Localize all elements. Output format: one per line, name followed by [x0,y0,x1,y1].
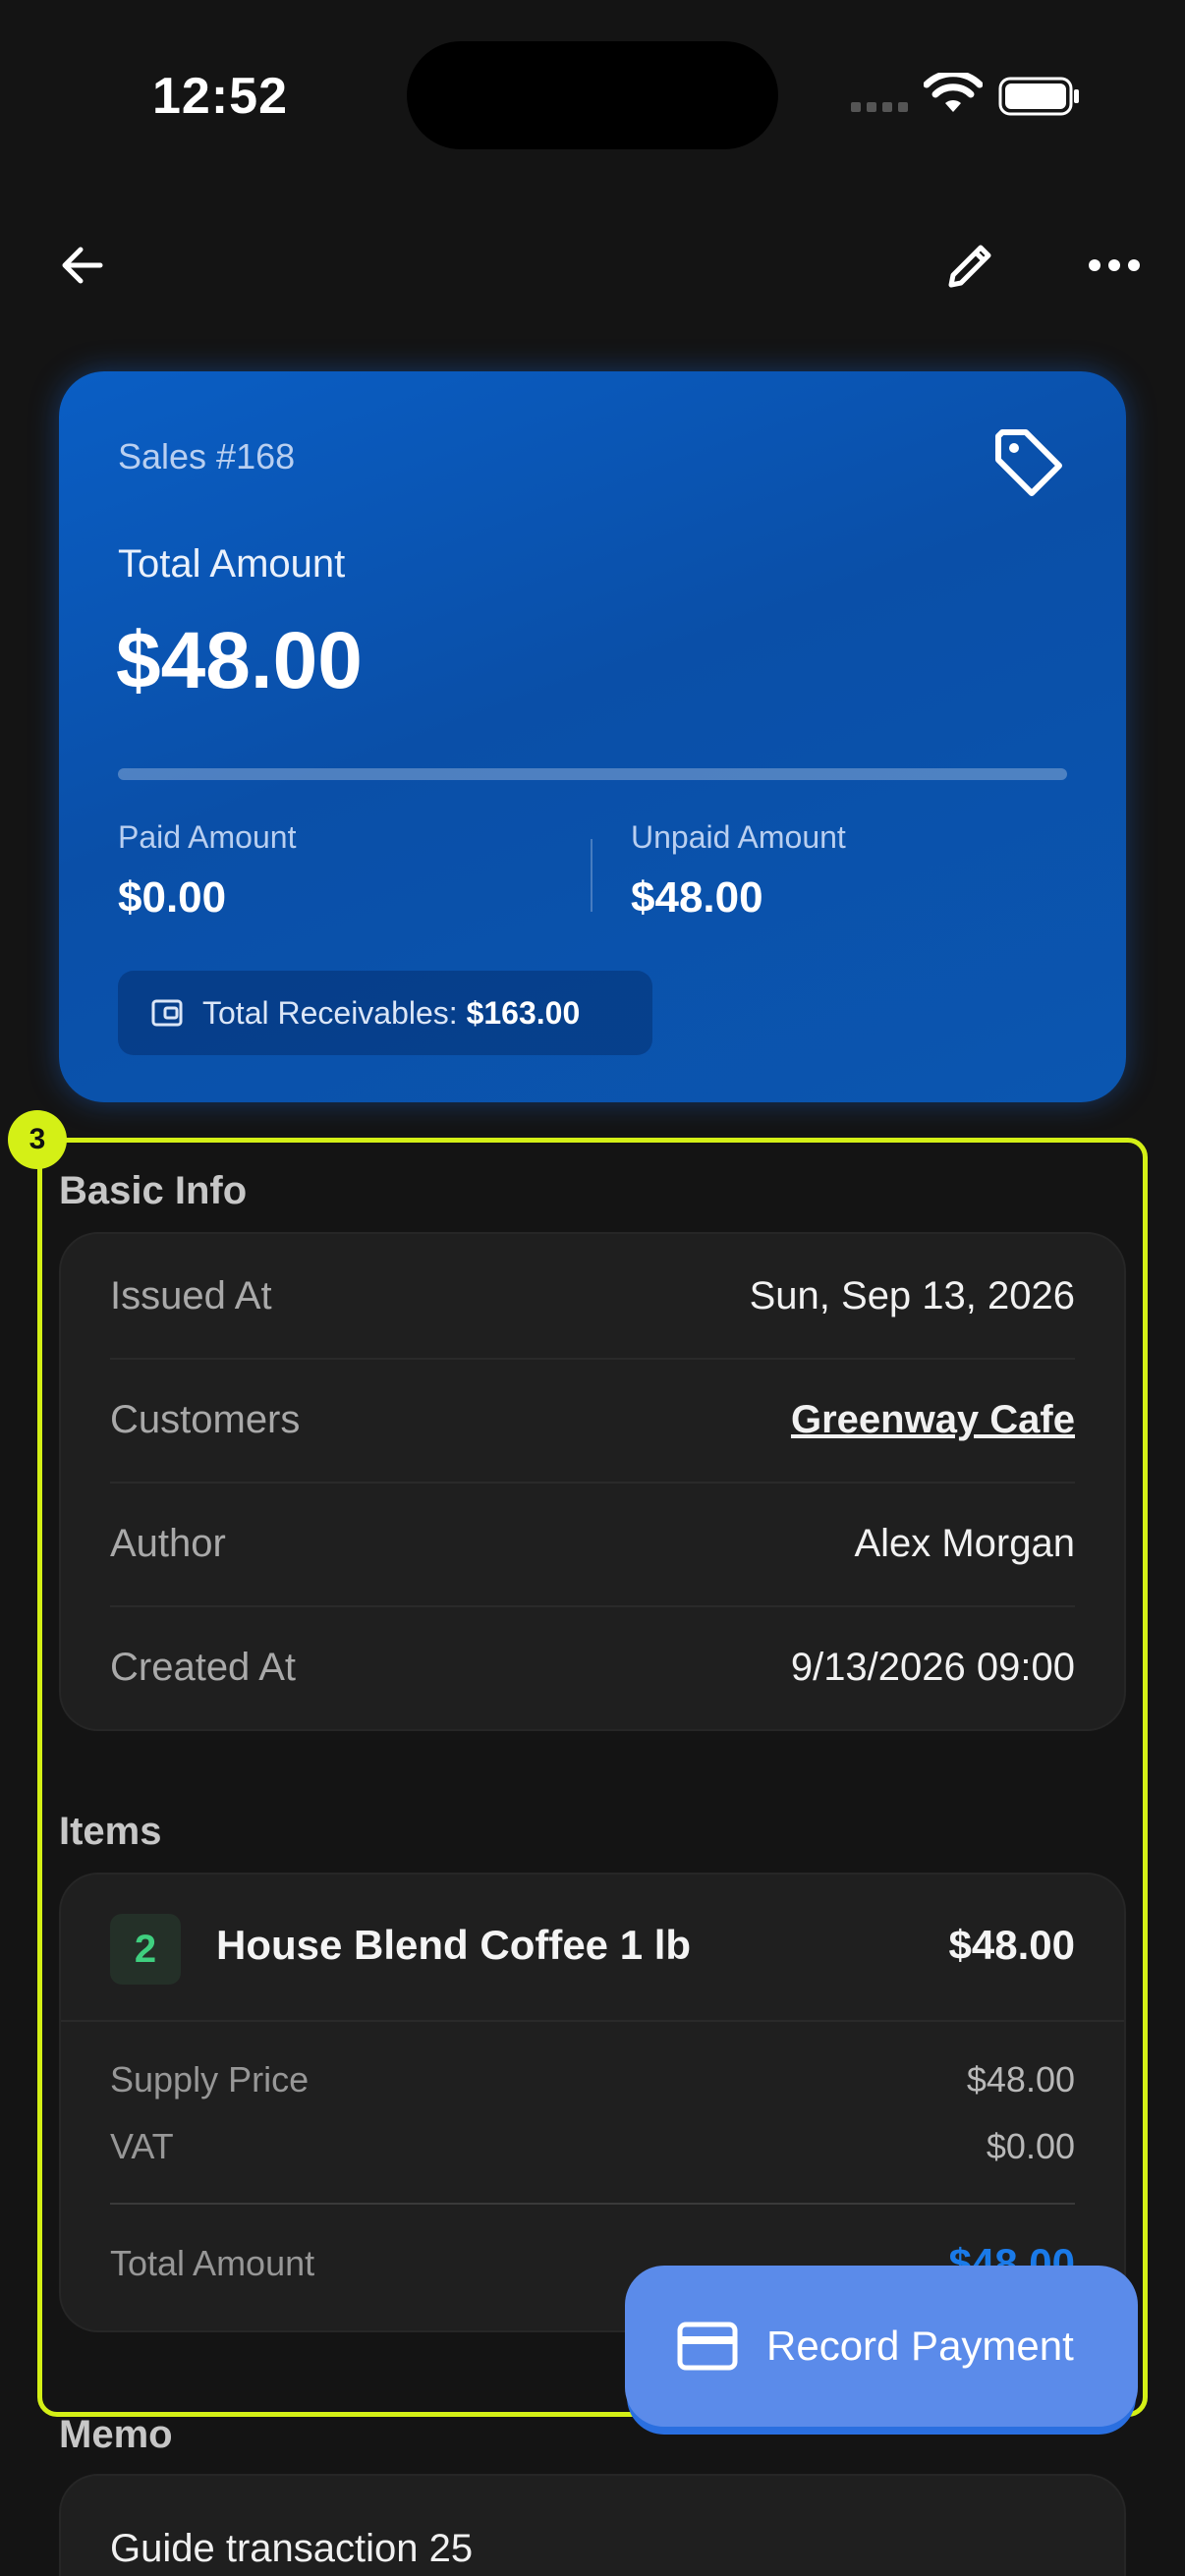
info-row-author: Author Alex Morgan [110,1482,1075,1605]
cellular-signal-icon [851,102,908,112]
sales-id: Sales #168 [118,436,296,476]
author-label: Author [110,1521,226,1565]
highlight-badge: 3 [8,1110,67,1169]
top-navigation [0,216,1185,314]
payment-progress-bar [118,768,1067,780]
wifi-icon [924,73,983,112]
info-row-created-at: Created At 9/13/2026 09:00 [110,1605,1075,1729]
unpaid-amount-value: $48.00 [631,873,763,922]
paid-amount-label: Paid Amount [118,819,297,855]
more-options-button[interactable] [1075,226,1154,305]
unpaid-amount-label: Unpaid Amount [631,819,846,855]
record-payment-button[interactable]: Record Payment [625,2266,1138,2427]
pencil-icon [948,245,991,288]
vat-row: VAT $0.00 [110,2126,1075,2167]
vat-label: VAT [110,2126,174,2166]
total-amount-label: Total Amount [118,542,346,586]
receivables-value: $163.00 [466,994,581,1031]
basic-info-title: Basic Info [59,1169,248,1212]
sales-summary-card: Sales #168 Total Amount $48.00 Paid Amou… [59,371,1126,1102]
paid-amount-value: $0.00 [118,873,227,922]
tag-icon [995,429,1062,496]
customer-link[interactable]: Greenway Cafe [791,1398,1075,1442]
item-price: $48.00 [948,1922,1075,1968]
info-row-customers: Customers Greenway Cafe [110,1358,1075,1482]
item-divider [61,2020,1124,2022]
info-row-issued-at: Issued At Sun, Sep 13, 2026 [110,1234,1075,1358]
item-total-label: Total Amount [110,2243,315,2283]
battery-icon [998,77,1079,116]
memo-text: Guide transaction 25 [110,2527,474,2570]
issued-at-value: Sun, Sep 13, 2026 [749,1273,1075,1317]
total-receivables-pill: Total Receivables: $163.00 [118,971,652,1055]
arrow-left-icon [62,247,103,284]
basic-info-card: Issued At Sun, Sep 13, 2026 Customers Gr… [59,1232,1126,1731]
receivables-label: Total Receivables: [202,994,458,1031]
amount-divider [591,839,592,912]
status-time: 12:52 [152,68,288,125]
item-total-divider [110,2203,1075,2205]
wallet-icon [151,999,183,1027]
created-at-label: Created At [110,1645,297,1689]
item-quantity-badge: 2 [110,1914,181,1985]
supply-price-label: Supply Price [110,2059,310,2100]
paid-amount-block: Paid Amount $0.00 [118,819,296,923]
unpaid-amount-block: Unpaid Amount $48.00 [631,819,846,923]
total-amount-value: $48.00 [116,616,363,705]
supply-price-row: Supply Price $48.00 [110,2059,1075,2100]
memo-title: Memo [59,2413,173,2456]
memo-card: Guide transaction 25 [59,2474,1126,2576]
item-card[interactable]: 2 House Blend Coffee 1 lb $48.00 Supply … [59,1873,1126,2332]
supply-price-value: $48.00 [966,2059,1075,2100]
created-at-value: 9/13/2026 09:00 [790,1645,1075,1689]
item-name: House Blend Coffee 1 lb [216,1922,692,1968]
dynamic-island [407,41,778,149]
more-horizontal-icon [1089,259,1140,271]
customers-label: Customers [110,1397,301,1441]
credit-card-icon [677,2322,738,2371]
vat-value: $0.00 [986,2126,1075,2166]
status-bar: 12:52 [0,0,1185,187]
edit-button[interactable] [931,226,1010,305]
back-button[interactable] [43,226,122,305]
issued-at-label: Issued At [110,1273,272,1317]
record-payment-label: Record Payment [766,2323,1074,2369]
author-value: Alex Morgan [854,1521,1075,1565]
items-title: Items [59,1810,162,1853]
